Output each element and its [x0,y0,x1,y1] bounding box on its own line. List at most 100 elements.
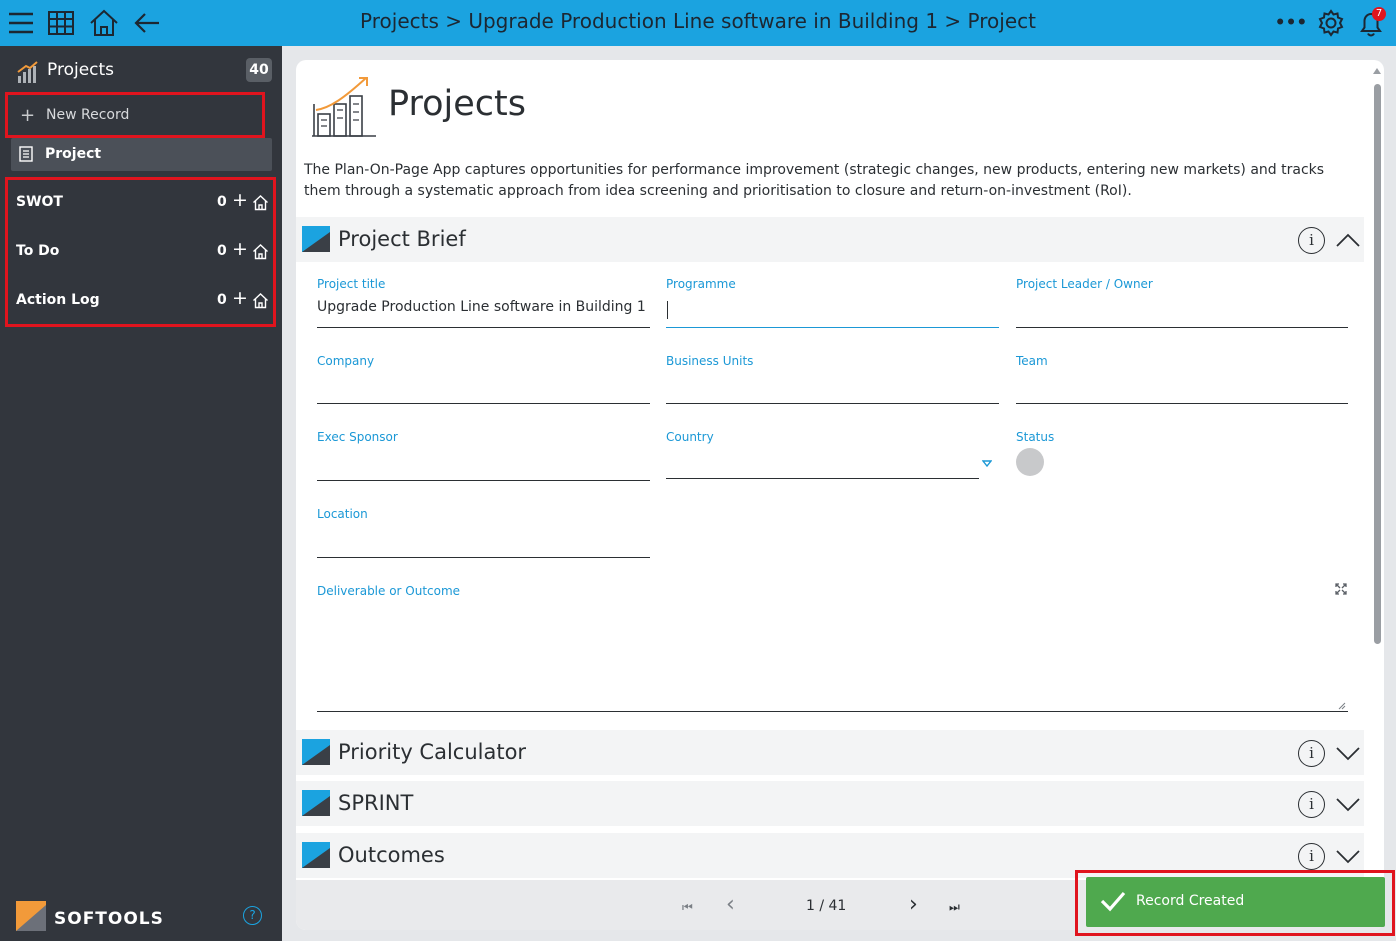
status-indicator[interactable] [1016,448,1044,476]
info-icon[interactable]: i [1298,740,1325,767]
status-field: Status [1016,430,1216,450]
grid-view-icon[interactable] [46,8,76,38]
field-underline [317,403,650,404]
project-leader-field[interactable]: Project Leader / Owner [1016,277,1348,329]
chevron-down-icon[interactable] [1336,847,1360,865]
add-icon[interactable]: + [232,189,248,211]
project-title-field[interactable]: Project title Upgrade Production Line so… [317,277,650,329]
sidebar-item-swot[interactable]: SWOT 0 + [16,188,271,218]
field-underline [1016,403,1348,404]
sidebar: Projects 40 + New Record Project SWOT 0 … [0,46,282,941]
first-record-icon[interactable]: ⏮ [682,900,693,915]
record-created-toast[interactable]: Record Created [1086,877,1385,927]
new-record-label: New Record [46,107,130,123]
scroll-up-icon[interactable] [1373,68,1381,74]
add-icon[interactable]: + [232,238,248,260]
expand-icon[interactable] [1335,583,1347,595]
field-label: Business Units [666,354,754,368]
field-underline [317,711,1348,712]
company-field[interactable]: Company [317,354,650,406]
plus-icon: + [20,105,36,126]
add-icon[interactable]: + [232,287,248,309]
section-icon [302,226,330,252]
field-label: Location [317,507,368,521]
record-count-badge: 40 [246,58,272,82]
home-icon[interactable] [252,194,269,211]
last-record-icon[interactable]: ⏭ [949,900,960,915]
text-cursor [667,301,668,319]
prev-record-icon[interactable]: ‹ [726,892,735,917]
field-underline [317,327,650,328]
help-icon[interactable]: ? [243,906,262,925]
field-label: Project Leader / Owner [1016,277,1153,291]
team-field[interactable]: Team [1016,354,1348,406]
projects-logo-icon [312,77,376,137]
sidebar-item-todo[interactable]: To Do 0 + [16,237,271,267]
field-label: Deliverable or Outcome [317,584,461,598]
projects-app-icon [17,61,38,83]
section-project-brief[interactable]: Project Brief i [296,217,1364,262]
sidebar-app-title[interactable]: Projects [47,60,114,80]
exec-sponsor-field[interactable]: Exec Sponsor [317,430,650,482]
record-position: 1 / 41 [806,898,847,914]
location-field[interactable]: Location [317,507,650,559]
softools-logo: SOFTOOLS [16,901,216,933]
section-icon [302,842,330,868]
home-icon[interactable] [252,243,269,260]
item-count: 0 [217,194,227,210]
country-select[interactable]: Country [666,430,979,482]
section-sprint[interactable]: SPRINT i [296,781,1364,826]
sidebar-item-label: SWOT [16,194,63,210]
field-underline [666,478,979,479]
chevron-up-icon[interactable] [1336,231,1360,249]
next-record-icon[interactable]: › [909,892,918,917]
field-label: Project title [317,277,386,291]
sidebar-item-label: Action Log [16,292,100,308]
back-arrow-icon[interactable] [132,8,162,38]
notification-bell-icon[interactable]: 7 [1356,7,1386,38]
chevron-down-icon[interactable] [1336,795,1360,813]
deliverable-textarea[interactable]: Deliverable or Outcome [317,584,1348,712]
info-icon[interactable]: i [1298,791,1325,818]
section-priority-calculator[interactable]: Priority Calculator i [296,730,1364,775]
field-label: Country [666,430,714,444]
gear-icon[interactable] [1316,8,1346,38]
field-underline [666,327,999,328]
field-underline [666,403,999,404]
scrollbar-thumb[interactable] [1374,84,1381,644]
breadcrumb[interactable]: Projects > Upgrade Production Line softw… [300,9,1096,33]
programme-field[interactable]: Programme [666,277,999,329]
home-icon[interactable] [252,292,269,309]
section-title: Project Brief [338,227,466,251]
info-icon[interactable]: i [1298,227,1325,254]
business-units-field[interactable]: Business Units [666,354,999,406]
field-label: Status [1016,430,1055,444]
field-underline [317,480,650,481]
document-icon [19,146,33,162]
section-icon [302,790,330,816]
dropdown-arrow-icon[interactable] [982,460,992,468]
item-count: 0 [217,243,227,259]
home-icon[interactable] [89,8,119,38]
top-bar: Projects > Upgrade Production Line softw… [0,0,1396,46]
section-title: Outcomes [338,843,445,867]
section-icon [302,739,330,765]
more-options-icon[interactable]: ••• [1275,8,1308,38]
new-record-button[interactable]: + New Record [5,92,265,138]
section-title: SPRINT [338,791,414,815]
notification-badge: 7 [1372,7,1386,21]
page-description: The Plan-On-Page App captures opportunit… [304,162,1325,199]
resize-handle-icon[interactable] [1338,702,1346,710]
hamburger-menu-icon[interactable] [6,8,36,38]
sidebar-item-action-log[interactable]: Action Log 0 + [16,286,271,316]
section-title: Priority Calculator [338,740,527,764]
chevron-down-icon[interactable] [1336,744,1360,762]
field-underline [1016,327,1348,328]
sidebar-item-project[interactable]: Project [11,138,272,171]
field-label: Programme [666,277,736,291]
page-title: Projects [388,84,526,124]
info-icon[interactable]: i [1298,843,1325,870]
field-value: Upgrade Production Line software in Buil… [317,299,646,315]
item-count: 0 [217,292,227,308]
sidebar-item-label: Project [45,146,102,162]
